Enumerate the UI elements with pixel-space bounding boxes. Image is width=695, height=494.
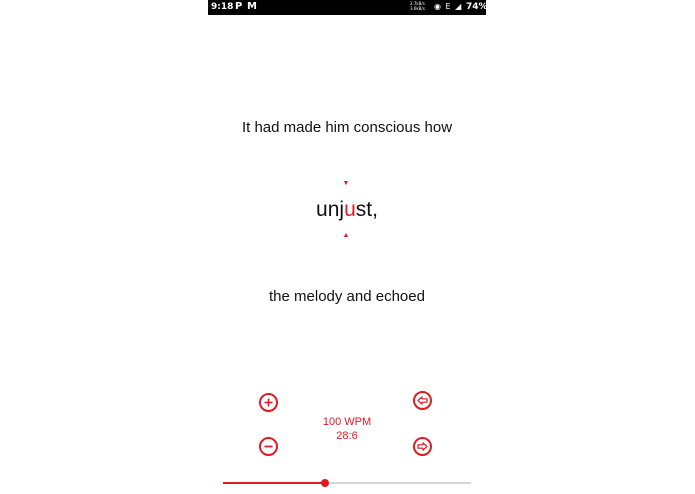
current-word: unjust, xyxy=(208,198,486,222)
word-prefix: unj xyxy=(316,198,345,221)
status-time: 9:18 xyxy=(211,2,234,12)
word-focus-letter: u xyxy=(344,198,356,221)
network-down-speed: 3.6kB/s xyxy=(410,6,425,11)
progress-slider-fill xyxy=(223,482,325,484)
decrease-speed-button[interactable] xyxy=(259,437,278,456)
minus-circle-icon xyxy=(264,445,273,448)
progress-slider-thumb[interactable] xyxy=(320,479,329,487)
focus-marker-bottom-icon: ▲ xyxy=(342,232,350,239)
gmail-app-icon: M xyxy=(247,1,257,12)
arrow-left-circle-icon xyxy=(417,396,428,405)
rewind-button[interactable] xyxy=(413,391,432,410)
signal-icons: ◉ E ◢ xyxy=(434,2,463,11)
previous-line: It had made him conscious how xyxy=(241,119,453,136)
word-suffix: st, xyxy=(355,198,378,221)
next-line: the melody and echoed xyxy=(269,288,425,305)
words-per-minute: 100 WPM xyxy=(322,416,372,428)
battery-level: 74% xyxy=(466,2,488,12)
increase-speed-button[interactable] xyxy=(259,393,278,412)
network-speed: 2.7kB/s 3.6kB/s xyxy=(410,1,425,11)
reading-position: 28:6 xyxy=(336,430,358,442)
focus-marker-top-icon: ▼ xyxy=(342,180,350,187)
arrow-right-circle-icon xyxy=(417,442,428,451)
progress-slider[interactable] xyxy=(223,479,471,487)
plus-circle-icon xyxy=(264,398,273,407)
forward-button[interactable] xyxy=(413,437,432,456)
status-bar: 9:18 P M 2.7kB/s 3.6kB/s ◉ E ◢ 74% xyxy=(208,0,488,15)
parking-app-icon: P xyxy=(235,1,243,12)
reader-screen: 9:18 P M 2.7kB/s 3.6kB/s ◉ E ◢ 74% It ha… xyxy=(208,0,488,494)
